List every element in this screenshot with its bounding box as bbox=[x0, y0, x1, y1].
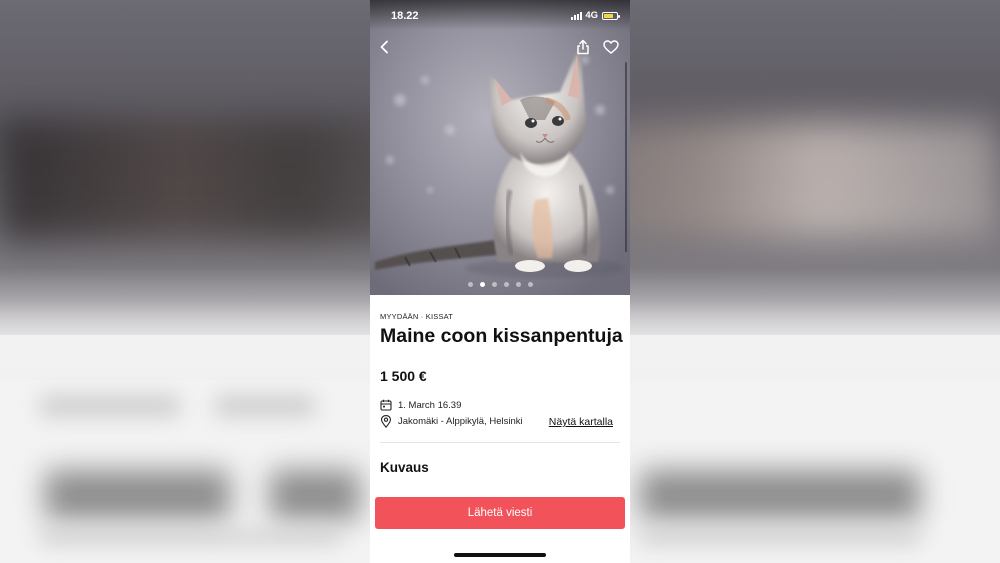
blurred-button-shape bbox=[270, 470, 360, 520]
send-message-button[interactable]: Lähetä viesti bbox=[375, 497, 625, 529]
scroll-indicator bbox=[625, 62, 627, 252]
blurred-text-block bbox=[40, 530, 340, 544]
status-time: 18.22 bbox=[391, 10, 419, 22]
status-indicators: 4G bbox=[571, 10, 620, 21]
heart-icon bbox=[603, 40, 619, 54]
gallery-dot[interactable] bbox=[467, 282, 473, 287]
blurred-button-shape bbox=[640, 470, 920, 520]
gallery-dot-active[interactable] bbox=[479, 282, 485, 287]
blurred-text-block bbox=[215, 395, 315, 417]
calendar-icon bbox=[380, 399, 392, 411]
network-type: 4G bbox=[585, 10, 598, 21]
signal-icon bbox=[571, 11, 583, 20]
gallery-dot[interactable] bbox=[527, 282, 533, 287]
gallery-dot[interactable] bbox=[503, 282, 509, 287]
home-indicator[interactable] bbox=[454, 553, 546, 557]
listing-date-row: 1. March 16.39 bbox=[380, 399, 461, 411]
battery-icon bbox=[602, 11, 620, 20]
show-on-map-link[interactable]: Näytä kartalla bbox=[549, 416, 613, 428]
listing-price: 1 500 € bbox=[380, 368, 427, 384]
back-arrow-icon bbox=[380, 40, 388, 54]
share-button[interactable] bbox=[573, 37, 593, 57]
listing-location-row: Jakomäki - Alppikylä, Helsinki bbox=[380, 415, 523, 428]
blurred-button-shape bbox=[45, 470, 230, 520]
phone-screen: 18.22 4G MYYDÄÄN · KISSAT Maine coon kis… bbox=[370, 0, 630, 563]
back-button[interactable] bbox=[375, 37, 395, 57]
blurred-text-block bbox=[640, 530, 920, 544]
listing-photo[interactable] bbox=[370, 0, 630, 295]
description-heading: Kuvaus bbox=[380, 460, 429, 475]
listing-date: 1. March 16.39 bbox=[398, 399, 462, 411]
listing-title: Maine coon kissanpentuja bbox=[380, 325, 623, 347]
gallery-page-dots[interactable] bbox=[370, 282, 630, 287]
category-breadcrumb[interactable]: MYYDÄÄN · KISSAT bbox=[380, 312, 453, 321]
favorite-button[interactable] bbox=[601, 37, 621, 57]
gallery-dot[interactable] bbox=[491, 282, 497, 287]
gallery-dot[interactable] bbox=[515, 282, 521, 287]
share-icon bbox=[577, 39, 589, 55]
location-pin-icon bbox=[380, 415, 392, 428]
listing-location: Jakomäki - Alppikylä, Helsinki bbox=[398, 416, 523, 427]
blurred-text-block bbox=[40, 395, 180, 417]
section-divider bbox=[380, 442, 620, 443]
status-bar: 18.22 4G bbox=[370, 0, 630, 30]
